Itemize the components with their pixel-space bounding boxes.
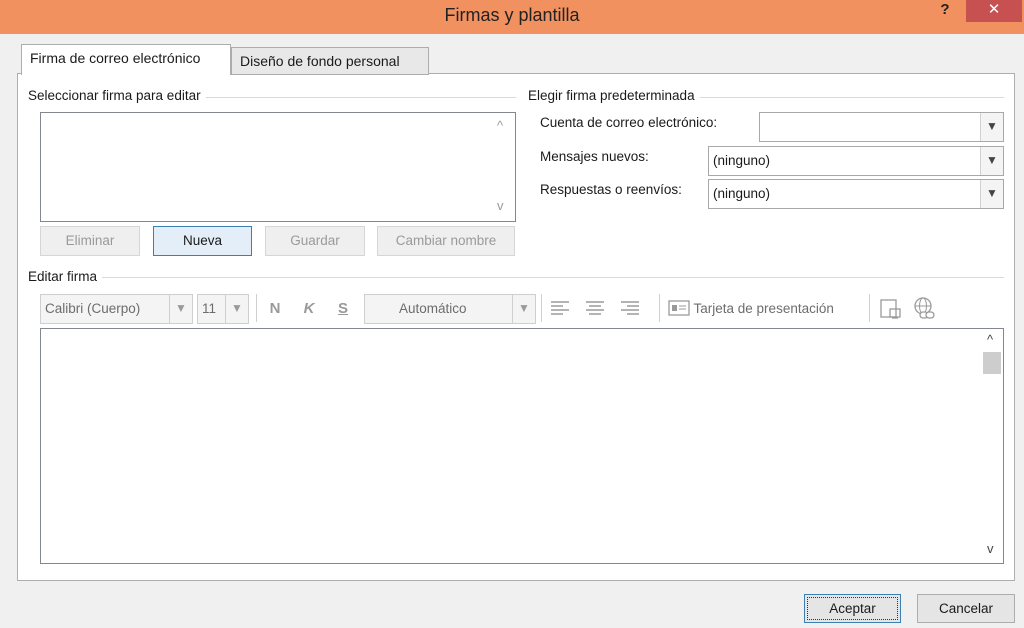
business-card-label: Tarjeta de presentación: [693, 301, 834, 316]
align-left-icon: [551, 301, 569, 315]
chevron-down-icon: ▼: [512, 295, 535, 323]
ok-button[interactable]: Aceptar: [804, 594, 901, 623]
align-center-button[interactable]: [585, 300, 605, 316]
font-select[interactable]: Calibri (Cuerpo) ▼: [40, 294, 193, 324]
save-button[interactable]: Guardar: [265, 226, 365, 256]
toolbar-separator: [541, 294, 542, 322]
align-center-icon: [586, 301, 604, 315]
group-divider: [28, 277, 1004, 278]
close-button[interactable]: ✕: [966, 0, 1022, 22]
font-size-select[interactable]: 11 ▼: [197, 294, 249, 324]
toolbar-separator: [659, 294, 660, 322]
align-left-button[interactable]: [550, 300, 570, 316]
underline-button[interactable]: S: [330, 296, 356, 322]
editor-scroll-thumb[interactable]: [983, 352, 1001, 374]
chevron-down-icon: ▼: [169, 295, 192, 323]
editor-scroll-up-icon[interactable]: ^: [987, 332, 993, 347]
account-select[interactable]: ▼: [759, 112, 1004, 142]
italic-button[interactable]: K: [296, 296, 322, 322]
select-signature-label: Seleccionar firma para editar: [28, 88, 206, 103]
window-title: Firmas y plantilla: [444, 5, 580, 25]
chevron-down-icon: ▼: [980, 113, 1003, 141]
new-messages-label: Mensajes nuevos:: [540, 149, 649, 164]
font-color-value: Automático: [399, 301, 467, 316]
tab-personal-stationery[interactable]: Diseño de fondo personal: [231, 47, 429, 75]
list-scroll-down-icon[interactable]: v: [497, 198, 504, 213]
replies-value: (ninguno): [713, 186, 771, 201]
business-card-button[interactable]: Tarjeta de presentación: [668, 296, 834, 322]
edit-signature-label: Editar firma: [28, 269, 103, 284]
insert-picture-button[interactable]: [879, 298, 903, 323]
hyperlink-icon: [914, 297, 935, 319]
editor-scroll-down-icon[interactable]: v: [987, 541, 994, 556]
toolbar-separator: [869, 294, 870, 322]
bold-button[interactable]: N: [262, 296, 288, 322]
replies-label: Respuestas o reenvíos:: [540, 182, 682, 197]
rename-button[interactable]: Cambiar nombre: [377, 226, 515, 256]
business-card-icon: [668, 300, 690, 316]
font-color-select[interactable]: Automático ▼: [364, 294, 536, 324]
insert-picture-icon: [880, 299, 901, 319]
tab-label: Diseño de fondo personal: [240, 53, 400, 69]
new-messages-select[interactable]: (ninguno) ▼: [708, 146, 1004, 176]
signature-editor[interactable]: [40, 328, 1004, 564]
toolbar-separator: [256, 294, 257, 322]
signature-list[interactable]: [40, 112, 516, 222]
align-right-button[interactable]: [620, 300, 640, 316]
chevron-down-icon: ▼: [225, 295, 248, 323]
new-messages-value: (ninguno): [713, 153, 771, 168]
delete-button[interactable]: Eliminar: [40, 226, 140, 256]
list-scroll-up-icon[interactable]: ^: [497, 118, 503, 133]
insert-hyperlink-button[interactable]: [912, 297, 938, 324]
cancel-button[interactable]: Cancelar: [917, 594, 1015, 623]
chevron-down-icon: ▼: [980, 180, 1003, 208]
font-size-value: 11: [202, 301, 217, 316]
tab-email-signature[interactable]: Firma de correo electrónico: [21, 44, 231, 75]
align-right-icon: [621, 301, 639, 315]
default-signature-label: Elegir firma predeterminada: [528, 88, 700, 103]
replies-select[interactable]: (ninguno) ▼: [708, 179, 1004, 209]
help-button[interactable]: ?: [930, 0, 960, 24]
chevron-down-icon: ▼: [980, 147, 1003, 175]
new-button[interactable]: Nueva: [153, 226, 252, 256]
font-value: Calibri (Cuerpo): [45, 301, 141, 316]
tab-label: Firma de correo electrónico: [30, 50, 201, 66]
account-label: Cuenta de correo electrónico:: [540, 115, 718, 130]
